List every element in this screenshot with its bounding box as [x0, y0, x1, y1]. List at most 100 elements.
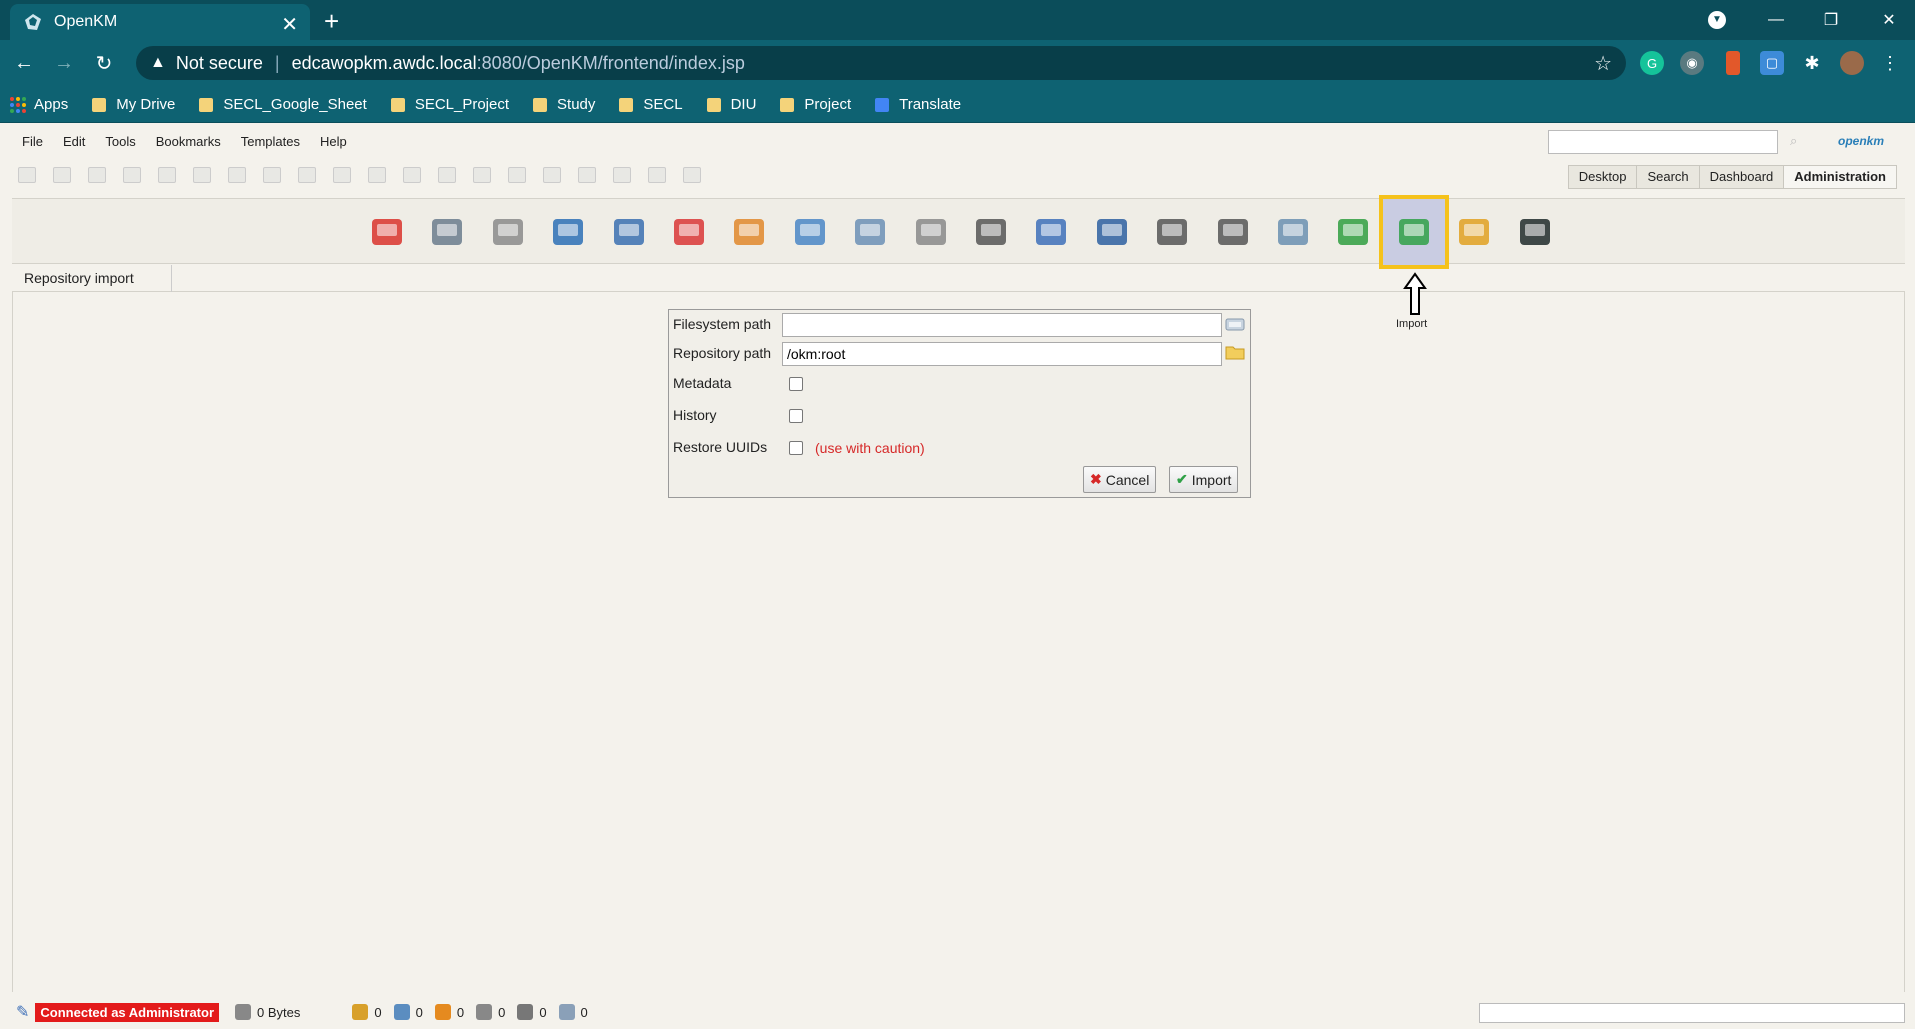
forward-arrow-icon[interactable]: → — [48, 52, 80, 75]
bookmark-secl-project[interactable]: SECL_Project — [389, 96, 509, 113]
add-subscription-icon[interactable] — [543, 167, 561, 183]
remove-property-group-icon[interactable] — [473, 167, 491, 183]
tab-close-icon[interactable]: ✕ — [281, 12, 298, 37]
new-tab-button[interactable]: + — [324, 6, 339, 37]
tab-dashboard[interactable]: Dashboard — [1698, 165, 1785, 189]
refresh-icon[interactable] — [613, 167, 631, 183]
scanner-small-icon[interactable] — [683, 167, 701, 183]
restore-uuids-checkbox[interactable] — [789, 441, 803, 455]
bookmark-diu[interactable]: DIU — [705, 96, 756, 113]
back-arrow-icon[interactable]: ← — [8, 52, 40, 75]
profile-avatar[interactable] — [1840, 51, 1864, 75]
remove-icon[interactable] — [403, 167, 421, 183]
metadata-checkbox[interactable] — [789, 377, 803, 391]
filesystem-browse-icon[interactable] — [1225, 316, 1245, 332]
extensions-puzzle-icon[interactable]: ✱ — [1800, 51, 1824, 75]
delete-icon[interactable] — [263, 167, 281, 183]
bookmark-study[interactable]: Study — [531, 96, 595, 113]
mime-types-icon[interactable] — [1212, 211, 1254, 253]
search-tool-icon[interactable] — [487, 211, 529, 253]
find-folder-icon[interactable] — [53, 167, 71, 183]
status-counter: 0 — [558, 1004, 588, 1020]
print-icon[interactable] — [123, 167, 141, 183]
add-property-group-icon[interactable] — [438, 167, 456, 183]
report-icon[interactable] — [849, 211, 891, 253]
bookmark-secl[interactable]: SECL — [617, 96, 683, 113]
create-folder-icon[interactable] — [18, 167, 36, 183]
database-query-icon[interactable] — [1091, 211, 1133, 253]
browser-tab[interactable]: OpenKM ✕ — [10, 4, 310, 40]
lock-icon[interactable] — [158, 167, 176, 183]
import-button[interactable]: ✔ Import — [1169, 466, 1239, 493]
camera-extension-icon[interactable]: ◉ — [1680, 51, 1704, 75]
stamps-icon[interactable] — [1332, 211, 1374, 253]
minimize-button[interactable]: — — [1753, 0, 1799, 40]
filesystem-path-input[interactable] — [782, 313, 1222, 337]
menu-bookmarks[interactable]: Bookmarks — [156, 134, 221, 149]
workflow-icon[interactable] — [608, 211, 650, 253]
feather-icon: ✎ — [16, 1004, 30, 1021]
tab-search[interactable]: Search — [1636, 165, 1700, 189]
folder-browse-icon[interactable] — [1225, 344, 1245, 360]
reload-icon[interactable]: ↻ — [88, 51, 120, 76]
disk-usage: 0 Bytes — [235, 1004, 300, 1020]
settings-gear-icon[interactable] — [1030, 211, 1072, 253]
tab-search-icon[interactable]: ▼ — [1708, 11, 1726, 29]
menu-help[interactable]: Help — [320, 134, 347, 149]
property-groups-icon[interactable] — [789, 211, 831, 253]
folder-icon — [92, 97, 107, 112]
export-icon[interactable] — [1453, 211, 1495, 253]
address-bar[interactable]: ▲ Not secure | edcawopkm.awdc.local :808… — [136, 46, 1626, 80]
folder-icon — [199, 97, 214, 112]
workflow-start-icon[interactable] — [508, 167, 526, 183]
pdf-extension-icon[interactable] — [1726, 51, 1740, 75]
calendar-icon[interactable] — [970, 211, 1012, 253]
cancel-checkout-icon[interactable] — [368, 167, 386, 183]
menu-templates[interactable]: Templates — [241, 134, 300, 149]
unlock-icon[interactable] — [193, 167, 211, 183]
quick-search-input[interactable] — [1548, 130, 1778, 154]
checkin-icon[interactable] — [333, 167, 351, 183]
restore-button[interactable]: ❐ — [1808, 0, 1854, 40]
find-document-icon[interactable] — [88, 167, 106, 183]
home-small-icon[interactable] — [648, 167, 666, 183]
scheduler-clock-icon[interactable] — [1151, 211, 1193, 253]
grammarly-extension-icon[interactable]: G — [1640, 51, 1664, 75]
bookmark-project[interactable]: Project — [778, 96, 851, 113]
remove-subscription-icon[interactable] — [578, 167, 596, 183]
breadcrumb-divider — [160, 265, 172, 292]
menu-edit[interactable]: Edit — [63, 134, 85, 149]
scanner-icon[interactable] — [910, 211, 952, 253]
tab-desktop[interactable]: Desktop — [1567, 165, 1638, 189]
users-icon[interactable] — [728, 211, 770, 253]
home-icon[interactable] — [366, 211, 408, 253]
bookmark-label: My Drive — [116, 96, 176, 113]
configuration-tools-icon[interactable] — [426, 211, 468, 253]
terminal-icon[interactable] — [1514, 211, 1556, 253]
bookmark-secl-google-sheet[interactable]: SECL_Google_Sheet — [197, 96, 367, 113]
warning-triangle-icon[interactable]: ▲ — [150, 54, 166, 72]
repository-path-input[interactable] — [782, 342, 1222, 366]
import-icon[interactable] — [1378, 195, 1449, 269]
cancel-button[interactable]: ✖ Cancel — [1083, 466, 1157, 493]
folder-icon — [780, 97, 795, 112]
bookmark-apps[interactable]: Apps — [10, 96, 68, 113]
tab-administration[interactable]: Administration — [1783, 165, 1897, 189]
menu-tools[interactable]: Tools — [105, 134, 135, 149]
folder-icon — [619, 97, 634, 112]
bookmark-translate[interactable]: Translate — [873, 96, 961, 113]
bookmark-star-icon[interactable]: ☆ — [1594, 51, 1612, 76]
browser-menu-icon[interactable]: ⋮ — [1878, 51, 1902, 75]
menu-file[interactable]: File — [22, 134, 43, 149]
quick-search-icon[interactable]: ⌕ — [1790, 133, 1797, 149]
breadcrumb: Repository import — [12, 265, 1905, 292]
add-document-icon[interactable] — [228, 167, 246, 183]
checkout-icon[interactable] — [298, 167, 316, 183]
screen-extension-icon[interactable]: ▢ — [1760, 51, 1784, 75]
language-tool-icon[interactable] — [1272, 211, 1314, 253]
monitor-stats-icon[interactable] — [547, 211, 589, 253]
window-close-button[interactable]: ✕ — [1866, 0, 1912, 40]
history-checkbox[interactable] — [789, 409, 803, 423]
scissors-tool-icon[interactable] — [668, 211, 710, 253]
bookmark-my-drive[interactable]: My Drive — [90, 96, 175, 113]
